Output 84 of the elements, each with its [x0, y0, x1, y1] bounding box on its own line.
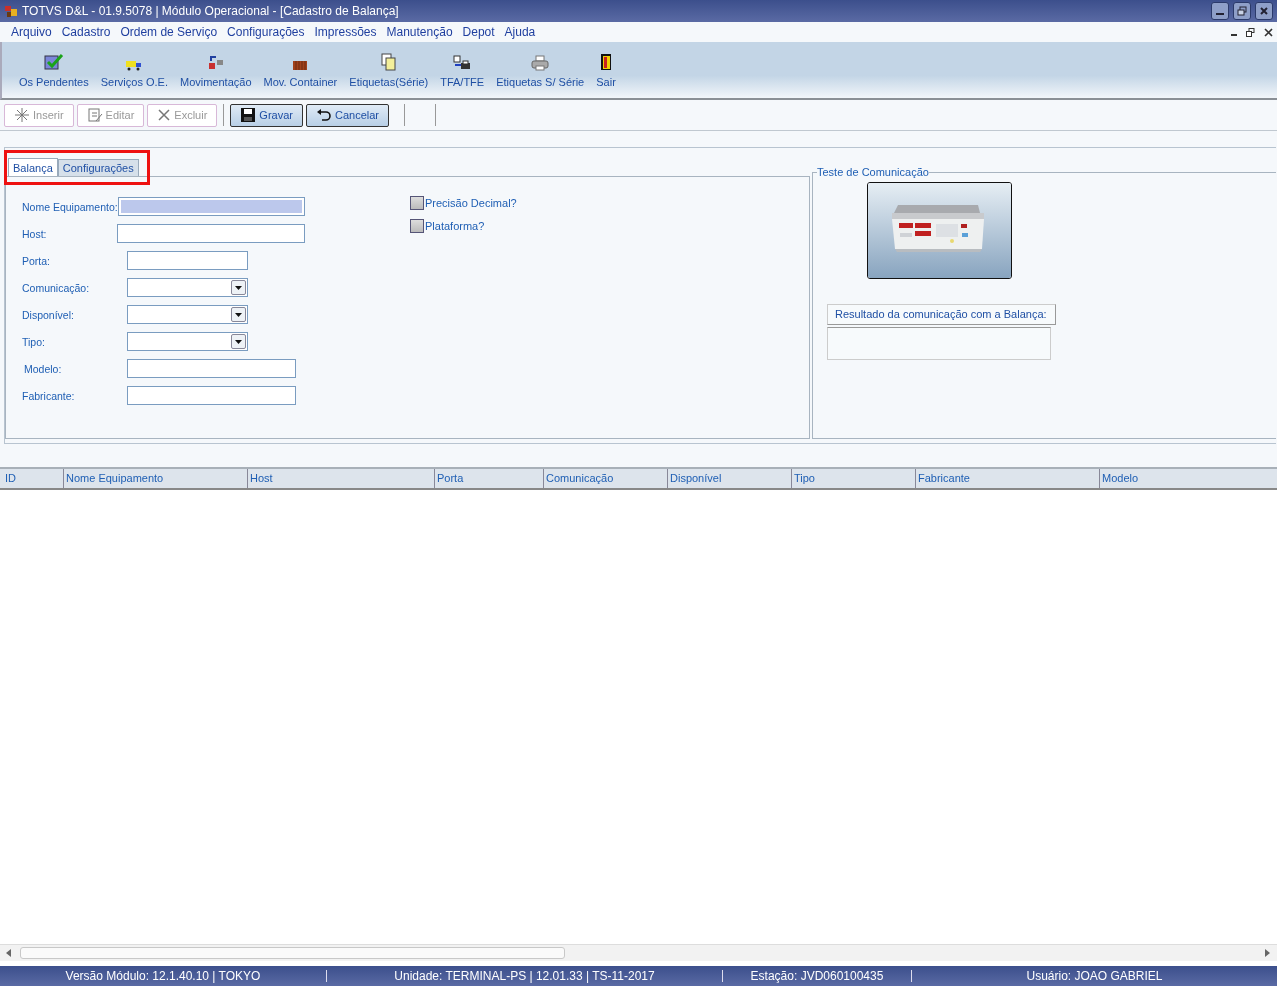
horizontal-scrollbar[interactable] — [0, 944, 1277, 961]
column-header[interactable]: Host — [247, 469, 434, 488]
truck-icon — [125, 59, 144, 71]
toolbar-button[interactable]: Os Pendentes — [13, 42, 95, 98]
toolbar-button[interactable]: TFA/TFE — [434, 42, 491, 98]
result-label: Resultado da comunicação com a Balança: — [827, 304, 1056, 325]
column-header[interactable]: Disponível — [667, 469, 791, 488]
restore-icon[interactable] — [1246, 27, 1255, 37]
column-header[interactable]: Fabricante — [915, 469, 1099, 488]
toolbar-button[interactable]: Etiquetas S/ Série — [490, 42, 591, 98]
column-header[interactable]: Nome Equipamento — [63, 469, 247, 488]
input-field[interactable] — [127, 251, 248, 270]
minimize-button[interactable] — [1211, 2, 1229, 20]
field-label: Comunicação: — [22, 281, 91, 294]
menu-item[interactable]: Arquivo — [11, 25, 52, 39]
field-label: Fabricante: — [22, 389, 76, 402]
input-field[interactable] — [127, 359, 296, 378]
close-button[interactable] — [1255, 2, 1273, 20]
input-field[interactable] — [127, 386, 296, 405]
caret-icon — [231, 280, 246, 295]
column-header[interactable]: Tipo — [791, 469, 915, 488]
toolbar-button[interactable]: Serviços O.E. — [94, 42, 174, 98]
x-icon — [157, 108, 172, 122]
menu-item[interactable]: Impressões — [314, 25, 377, 39]
menu-item[interactable]: Ordem de Serviço — [120, 25, 218, 39]
container-icon — [292, 59, 309, 71]
menu-item[interactable]: Configurações — [227, 25, 305, 39]
edit-document-icon — [86, 107, 103, 123]
scroll-left-icon[interactable] — [6, 949, 12, 957]
field-label: Porta: — [22, 254, 51, 267]
field-label: Tipo: — [22, 335, 46, 348]
tab[interactable]: Balança — [8, 158, 58, 176]
input-field[interactable] — [116, 224, 305, 243]
dropdown[interactable] — [127, 278, 248, 297]
dropdown[interactable] — [127, 305, 248, 324]
menu-item[interactable]: Manutenção — [386, 25, 453, 39]
status-text: Usuário: JOAO GABRIEL — [1025, 970, 1164, 982]
checkbox-icon — [43, 53, 64, 71]
close-icon[interactable] — [1264, 27, 1273, 37]
menu-item[interactable]: Ajuda — [504, 25, 536, 39]
tab[interactable]: Configurações — [57, 159, 139, 176]
app-icon — [4, 4, 18, 18]
scroll-right-icon[interactable] — [1265, 949, 1271, 957]
menu-item[interactable]: Cadastro — [61, 25, 111, 39]
door-icon — [599, 53, 613, 71]
toolbar-button[interactable]: Etiquetas(Série) — [343, 42, 435, 98]
minimize-icon — [1216, 13, 1224, 15]
toolbar-button[interactable]: Movimentação — [173, 42, 258, 98]
field-label: Disponível: — [22, 308, 75, 321]
column-header[interactable]: ID — [0, 469, 63, 488]
checkbox-label: Precisão Decimal? — [425, 197, 517, 209]
window-title: TOTVS D&L - 01.9.5078 | Módulo Operacional - [Cadastro de Balança] — [22, 4, 400, 18]
printer-transfer-icon — [453, 55, 472, 71]
panel-title: Teste de Comunicação — [817, 166, 929, 178]
field-label: Host: — [22, 227, 48, 240]
caret-icon — [231, 307, 246, 322]
dropdown[interactable] — [127, 332, 248, 351]
close-icon — [1259, 6, 1269, 16]
blocks-icon — [207, 55, 224, 71]
status-text: Unidade: TERMINAL-PS | 12.01.33 | TS-11-2017 — [327, 970, 723, 982]
restore-icon — [1237, 6, 1247, 16]
toolbar-button[interactable]: Sair — [590, 42, 622, 98]
column-header[interactable]: Comunicação — [543, 469, 667, 488]
restore-button[interactable] — [1233, 2, 1251, 20]
printer-icon — [531, 55, 550, 71]
sparkle-icon — [14, 107, 30, 123]
input-field[interactable] — [117, 197, 305, 216]
checkbox-label: Plataforma? — [425, 220, 485, 232]
field-label: Nome Equipamento: — [22, 200, 118, 213]
status-text: Versão Módulo: 12.1.40.10 | TOKYO — [0, 970, 327, 982]
caret-icon — [231, 334, 246, 349]
documents-icon — [380, 53, 397, 71]
column-header[interactable]: Porta — [434, 469, 543, 488]
action-button[interactable]: Gravar — [230, 103, 303, 127]
field-label: Modelo: — [23, 362, 63, 375]
action-button[interactable]: Cancelar — [305, 103, 389, 127]
status-text: Estação: JVD060100435 — [723, 970, 912, 982]
menu-item[interactable]: Depot — [462, 25, 495, 39]
scroll-thumb[interactable] — [20, 947, 565, 959]
checkbox[interactable] — [410, 196, 424, 210]
toolbar-button[interactable]: Mov. Container — [257, 42, 344, 98]
undo-icon — [315, 108, 332, 122]
checkbox[interactable] — [410, 219, 424, 233]
column-header[interactable]: Modelo — [1099, 469, 1277, 488]
